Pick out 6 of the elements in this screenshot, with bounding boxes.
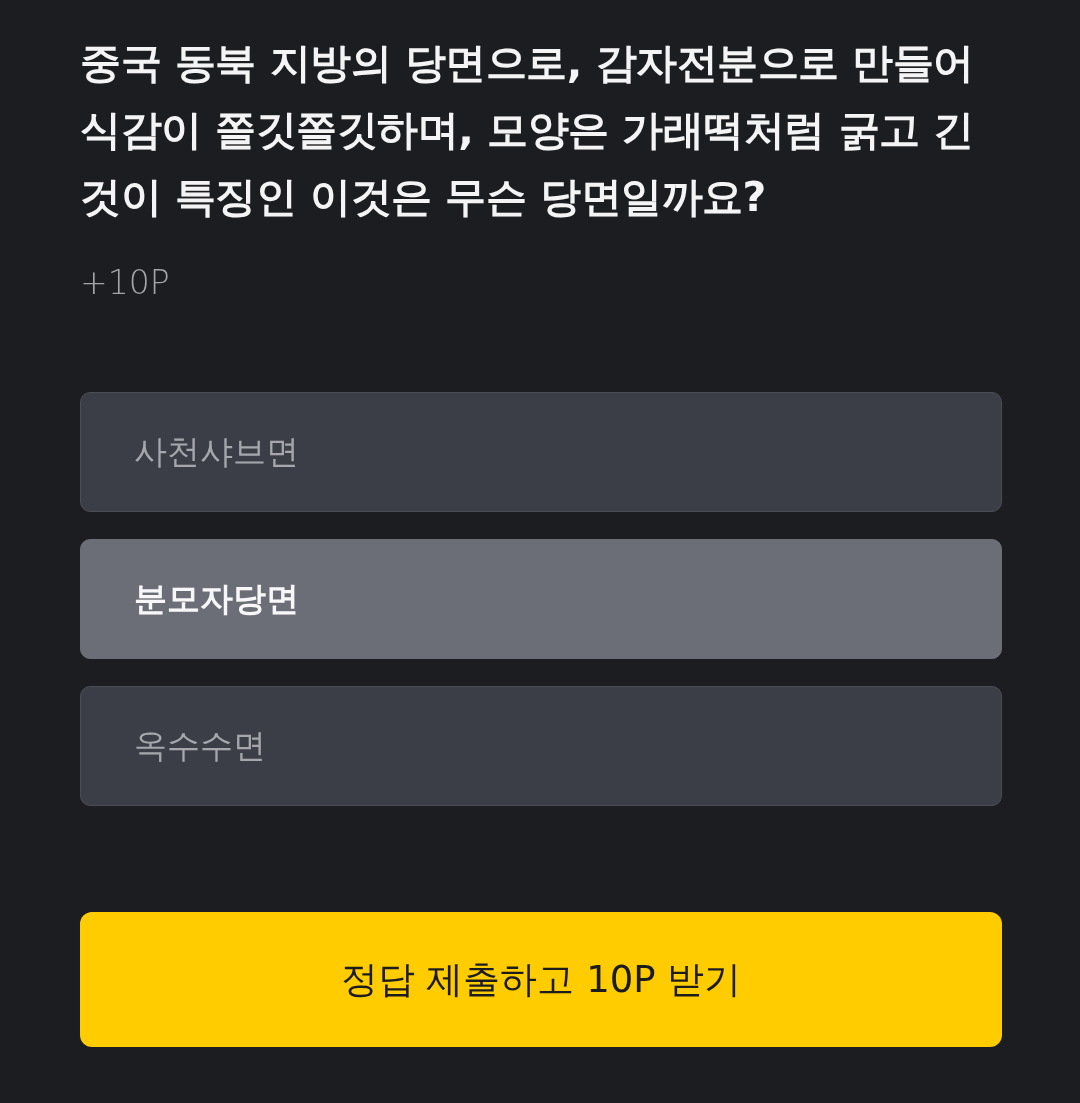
submit-button[interactable]: 정답 제출하고 10P 받기 (80, 912, 1002, 1047)
answer-option[interactable]: 분모자당면 (80, 539, 1002, 659)
answer-option[interactable]: 옥수수면 (80, 686, 1002, 806)
answer-option[interactable]: 사천샤브면 (80, 392, 1002, 512)
question-text: 중국 동북 지방의 당면으로, 감자전분으로 만들어 식감이 쫄깃쫄깃하며, 모양은 가래떡처럼 굵고 긴 것이 특징인 이것은 무슨 당면일까요? (80, 38, 975, 223)
points-label: +10P (80, 262, 170, 304)
